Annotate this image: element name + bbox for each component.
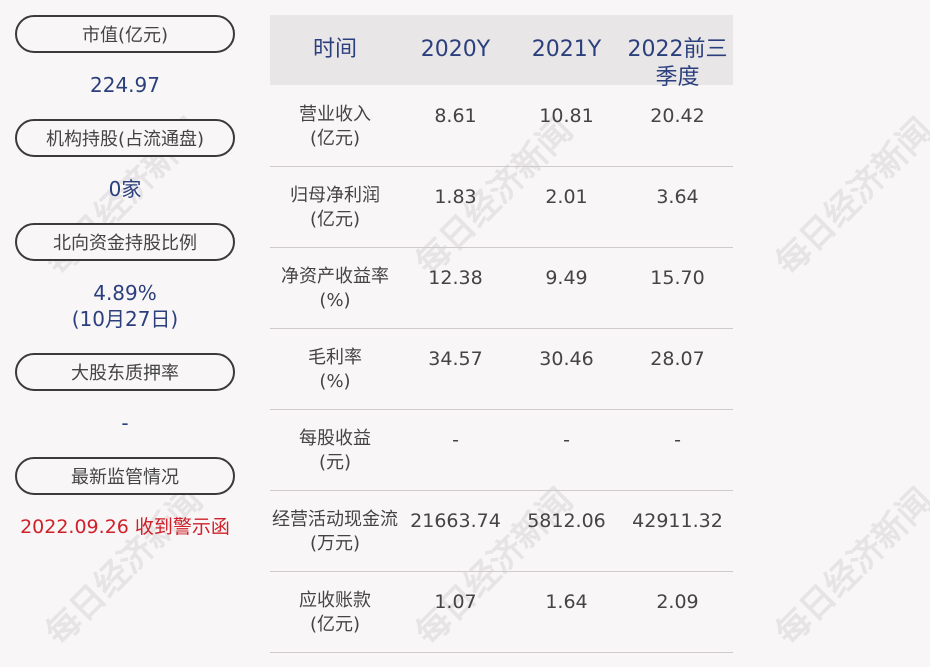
- watermark: 每日经济新闻: [38, 480, 211, 654]
- header-time: 时间: [312, 37, 357, 62]
- table-cell: 3.64: [656, 186, 699, 208]
- watermark: 每日经济新闻: [768, 480, 930, 654]
- table-cell: 5812.06: [527, 510, 606, 532]
- row-label: 每股收益 (元): [270, 427, 400, 475]
- table-row: 每股收益 (元) - - -: [270, 409, 733, 491]
- northbound-ratio-value: 4.89%: [93, 281, 157, 305]
- row-label-unit: (亿元): [309, 128, 361, 149]
- table-row: 营业收入 (亿元) 8.61 10.81 20.42: [270, 85, 733, 167]
- table-cell: 21663.74: [410, 510, 501, 532]
- table-cell: 12.38: [428, 267, 483, 289]
- institution-holding-value: 0家: [108, 177, 142, 201]
- row-label: 营业收入 (亿元): [270, 103, 400, 151]
- table-cell: 20.42: [650, 105, 705, 127]
- pledge-ratio-label: 大股东质押率: [15, 353, 235, 391]
- table-row: 净资产收益率 (%) 12.38 9.49 15.70: [270, 247, 733, 329]
- row-label: 净资产收益率 (%): [270, 265, 400, 313]
- table-cell: 42911.32: [632, 510, 723, 532]
- table-cell: 2.01: [545, 186, 588, 208]
- row-label-unit: (亿元): [309, 209, 361, 230]
- row-label-unit: (万元): [309, 533, 361, 554]
- row-label-main: 毛利率: [308, 347, 362, 368]
- table-row: 应收账款 (亿元) 1.07 1.64 2.09: [270, 571, 733, 653]
- row-label-main: 每股收益: [299, 428, 371, 449]
- row-label-main: 应收账款: [299, 590, 371, 611]
- table-cell: -: [563, 429, 570, 451]
- market-cap-label: 市值(亿元): [15, 15, 235, 53]
- header-2021: 2021Y: [531, 37, 602, 62]
- institution-holding-label: 机构持股(占流通盘): [15, 119, 235, 157]
- table-cell: 2.09: [656, 591, 699, 613]
- northbound-ratio-label: 北向资金持股比例: [15, 223, 235, 261]
- row-label-main: 净资产收益率: [281, 266, 389, 287]
- pledge-ratio-value: -: [121, 411, 129, 435]
- header-2022q3: 2022前三季度: [627, 37, 728, 90]
- row-label-main: 营业收入: [299, 104, 371, 125]
- header-2020: 2020Y: [420, 37, 491, 62]
- table-cell: 10.81: [539, 105, 594, 127]
- row-label-main: 归母净利润: [290, 185, 380, 206]
- regulation-value: 2022.09.26 收到警示函: [20, 516, 230, 538]
- row-label: 归母净利润 (亿元): [270, 184, 400, 232]
- table-cell: -: [452, 429, 459, 451]
- table-cell: 28.07: [650, 348, 705, 370]
- row-label-unit: (%): [319, 371, 351, 392]
- table-row: 归母净利润 (亿元) 1.83 2.01 3.64: [270, 166, 733, 248]
- table-header: 时间 2020Y 2021Y 2022前三季度: [270, 15, 733, 90]
- table-cell: 1.64: [545, 591, 588, 613]
- row-label: 毛利率 (%): [270, 346, 400, 394]
- table-cell: 8.61: [434, 105, 477, 127]
- watermark: 每日经济新闻: [768, 110, 930, 284]
- table-cell: 34.57: [428, 348, 483, 370]
- table-cell: -: [674, 429, 681, 451]
- row-label: 经营活动现金流 (万元): [270, 508, 400, 556]
- table-cell: 9.49: [545, 267, 588, 289]
- table-cell: 30.46: [539, 348, 594, 370]
- row-label-unit: (元): [318, 452, 352, 473]
- table-cell: 1.07: [434, 591, 477, 613]
- table-row: 毛利率 (%) 34.57 30.46 28.07: [270, 328, 733, 410]
- table-row: 经营活动现金流 (万元) 21663.74 5812.06 42911.32: [270, 490, 733, 572]
- row-label: 应收账款 (亿元): [270, 589, 400, 637]
- regulation-label: 最新监管情况: [15, 457, 235, 495]
- row-label-unit: (%): [319, 290, 351, 311]
- row-label-unit: (亿元): [309, 614, 361, 635]
- row-label-main: 经营活动现金流: [272, 509, 398, 530]
- northbound-ratio-date: (10月27日): [71, 307, 179, 331]
- table-cell: 1.83: [434, 186, 477, 208]
- market-cap-value: 224.97: [90, 73, 160, 97]
- table-cell: 15.70: [650, 267, 705, 289]
